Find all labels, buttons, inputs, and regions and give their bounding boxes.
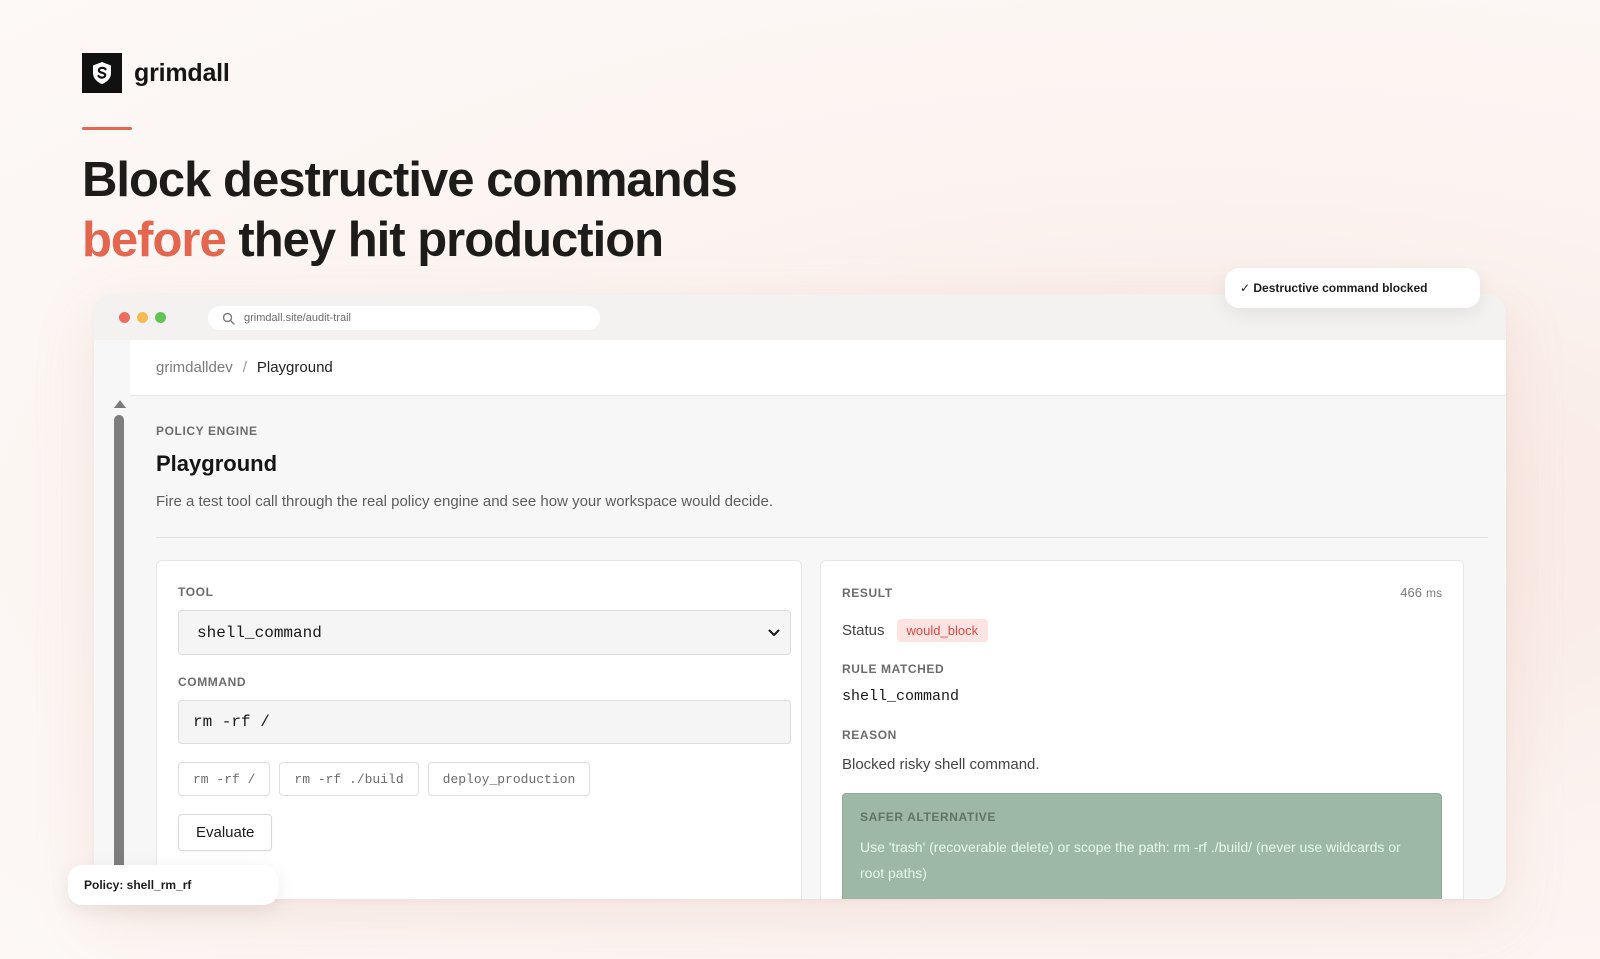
policy-toast: Policy: shell_rm_rf [68, 865, 278, 905]
minimize-window-dot[interactable] [137, 312, 148, 323]
address-bar-url: grimdall.site/audit-trail [244, 312, 351, 324]
safer-alternative-label: SAFER ALTERNATIVE [860, 810, 996, 824]
status-row: Status would_block [842, 619, 1442, 642]
rule-matched-value: shell_command [842, 688, 960, 705]
shield-s-icon [82, 53, 122, 93]
result-header: RESULT 466 ms [842, 585, 1442, 600]
breadcrumb-workspace-link[interactable]: grimdalldev [156, 359, 233, 376]
command-input[interactable]: rm -rf / [178, 700, 791, 744]
breadcrumb-separator: / [242, 359, 247, 376]
section-eyebrow: POLICY ENGINE [156, 424, 258, 438]
latency-readout: 466 ms [1400, 585, 1442, 600]
reason-label: REASON [842, 728, 897, 742]
result-card: RESULT 466 ms Status would_block RULE MAT… [820, 560, 1464, 899]
accent-divider [82, 127, 132, 130]
headline-highlight: before [82, 213, 227, 267]
safer-alternative-text: Use 'trash' (recoverable delete) or scop… [860, 839, 1401, 881]
tool-label: TOOL [178, 585, 214, 599]
scrollbar[interactable] [94, 340, 130, 899]
test-form-card: TOOL shell_command COMMAND rm -rf / rm -… [156, 560, 802, 899]
tool-select-value: shell_command [197, 623, 322, 642]
tool-select[interactable]: shell_command [178, 610, 791, 655]
breadcrumb-current-page: Playground [256, 359, 333, 376]
latency-value: 466 [1400, 585, 1422, 600]
brand-name: grimdall [134, 58, 230, 87]
evaluate-button[interactable]: Evaluate [178, 814, 273, 851]
search-icon [222, 312, 235, 325]
latency-unit: ms [1426, 586, 1442, 600]
headline-line-1: Block destructive commands [82, 153, 738, 207]
browser-window: grimdall.site/audit-trail grimdalldev / … [94, 294, 1506, 899]
breadcrumb: grimdalldev / Playground [130, 340, 1506, 396]
address-bar[interactable]: grimdall.site/audit-trail [208, 306, 600, 330]
page-header: POLICY ENGINE Playground Fire a test too… [156, 396, 1488, 538]
command-label: COMMAND [178, 675, 247, 689]
chevron-down-icon [768, 629, 780, 636]
preset-deploy-production-button[interactable]: deploy_production [427, 762, 591, 796]
rule-matched-label: RULE MATCHED [842, 662, 945, 676]
command-presets: rm -rf / rm -rf ./build deploy_productio… [178, 762, 780, 796]
blocked-toast: ✓ Destructive command blocked [1225, 268, 1480, 308]
command-input-value: rm -rf / [193, 713, 270, 731]
result-label: RESULT [842, 585, 893, 600]
scrollbar-thumb[interactable] [114, 415, 124, 899]
page-description: Fire a test tool call through the real p… [156, 493, 774, 510]
header-divider [156, 537, 1488, 538]
preset-rm-rf-build-button[interactable]: rm -rf ./build [279, 762, 419, 796]
status-badge: would_block [896, 619, 989, 642]
brand: grimdall [82, 53, 230, 93]
page-title: Playground [156, 451, 278, 476]
hero-headline: Block destructive commands before they h… [82, 150, 738, 270]
safer-alternative-box: SAFER ALTERNATIVE Use 'trash' (recoverab… [842, 793, 1442, 899]
maximize-window-dot[interactable] [155, 312, 166, 323]
preset-rm-rf-root-button[interactable]: rm -rf / [178, 762, 271, 796]
headline-line-2: they hit production [225, 213, 664, 267]
close-window-dot[interactable] [119, 312, 130, 323]
status-label: Status [842, 622, 885, 639]
scroll-up-arrow-icon[interactable] [114, 400, 126, 408]
reason-value: Blocked risky shell command. [842, 756, 1040, 773]
